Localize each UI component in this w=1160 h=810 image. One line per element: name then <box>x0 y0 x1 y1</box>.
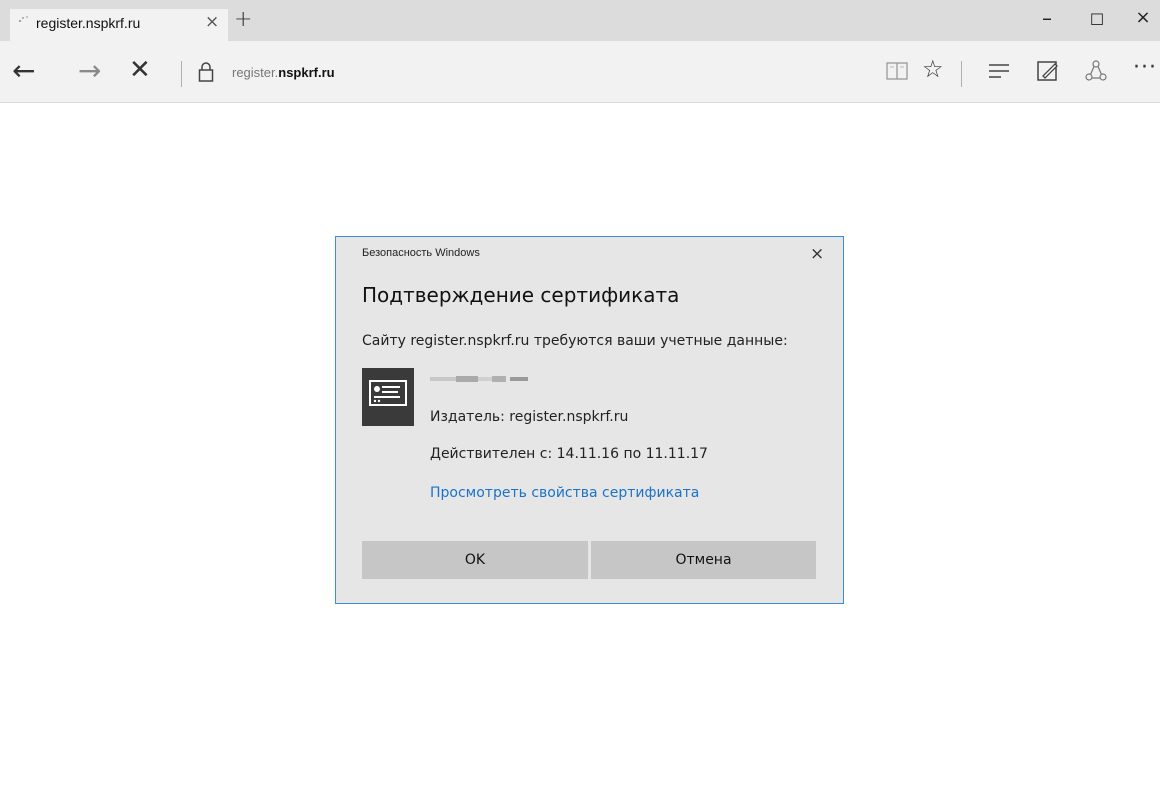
reading-view-icon[interactable] <box>886 61 908 81</box>
view-certificate-properties-link[interactable]: Просмотреть свойства сертификата <box>430 485 699 501</box>
lock-icon[interactable] <box>198 61 214 83</box>
new-tab-icon[interactable]: + <box>234 7 252 32</box>
certificate-name-redacted <box>430 376 528 382</box>
forward-icon[interactable]: → <box>78 54 101 87</box>
certificate-icon[interactable] <box>362 368 414 426</box>
toolbar-divider-right <box>961 61 962 87</box>
navigation-toolbar: ← → ✕ register.nspkrf.ru ☆ ··· <box>0 41 1160 103</box>
certificate-dialog: Безопасность Windows × Подтверждение сер… <box>335 236 844 604</box>
loading-icon <box>18 15 29 23</box>
dialog-prompt: Сайту register.nspkrf.ru требуются ваши … <box>362 333 788 349</box>
ok-button[interactable]: OK <box>362 541 588 579</box>
dialog-close-icon[interactable]: × <box>810 244 824 264</box>
certificate-issuer: Издатель: register.nspkrf.ru <box>430 409 629 425</box>
web-note-icon[interactable] <box>1036 59 1060 83</box>
window-close-icon[interactable]: × <box>1128 7 1158 31</box>
favorite-star-icon[interactable]: ☆ <box>922 55 944 83</box>
back-icon[interactable]: ← <box>12 54 35 87</box>
more-icon[interactable]: ··· <box>1133 55 1157 80</box>
title-bar: register.nspkrf.ru × + – ☐ × <box>0 0 1160 41</box>
tab-close-icon[interactable]: × <box>205 12 219 32</box>
url-host-domain: nspkrf.ru <box>278 65 335 80</box>
hub-icon[interactable] <box>988 63 1010 79</box>
cancel-button[interactable]: Отмена <box>591 541 816 579</box>
stop-icon[interactable]: ✕ <box>129 55 151 85</box>
dialog-caption: Безопасность Windows <box>362 247 480 259</box>
certificate-validity: Действителен с: 14.11.16 по 11.11.17 <box>430 446 708 462</box>
browser-tab[interactable]: register.nspkrf.ru × <box>10 9 228 41</box>
maximize-icon[interactable]: ☐ <box>1082 10 1112 34</box>
url-host-prefix: register. <box>232 65 279 80</box>
dialog-title: Подтверждение сертификата <box>362 283 680 307</box>
tab-title: register.nspkrf.ru <box>36 15 141 31</box>
share-icon[interactable] <box>1084 59 1108 83</box>
address-bar[interactable]: register.nspkrf.ru <box>232 65 335 80</box>
minimize-icon[interactable]: – <box>1032 6 1062 30</box>
toolbar-divider <box>181 61 182 87</box>
